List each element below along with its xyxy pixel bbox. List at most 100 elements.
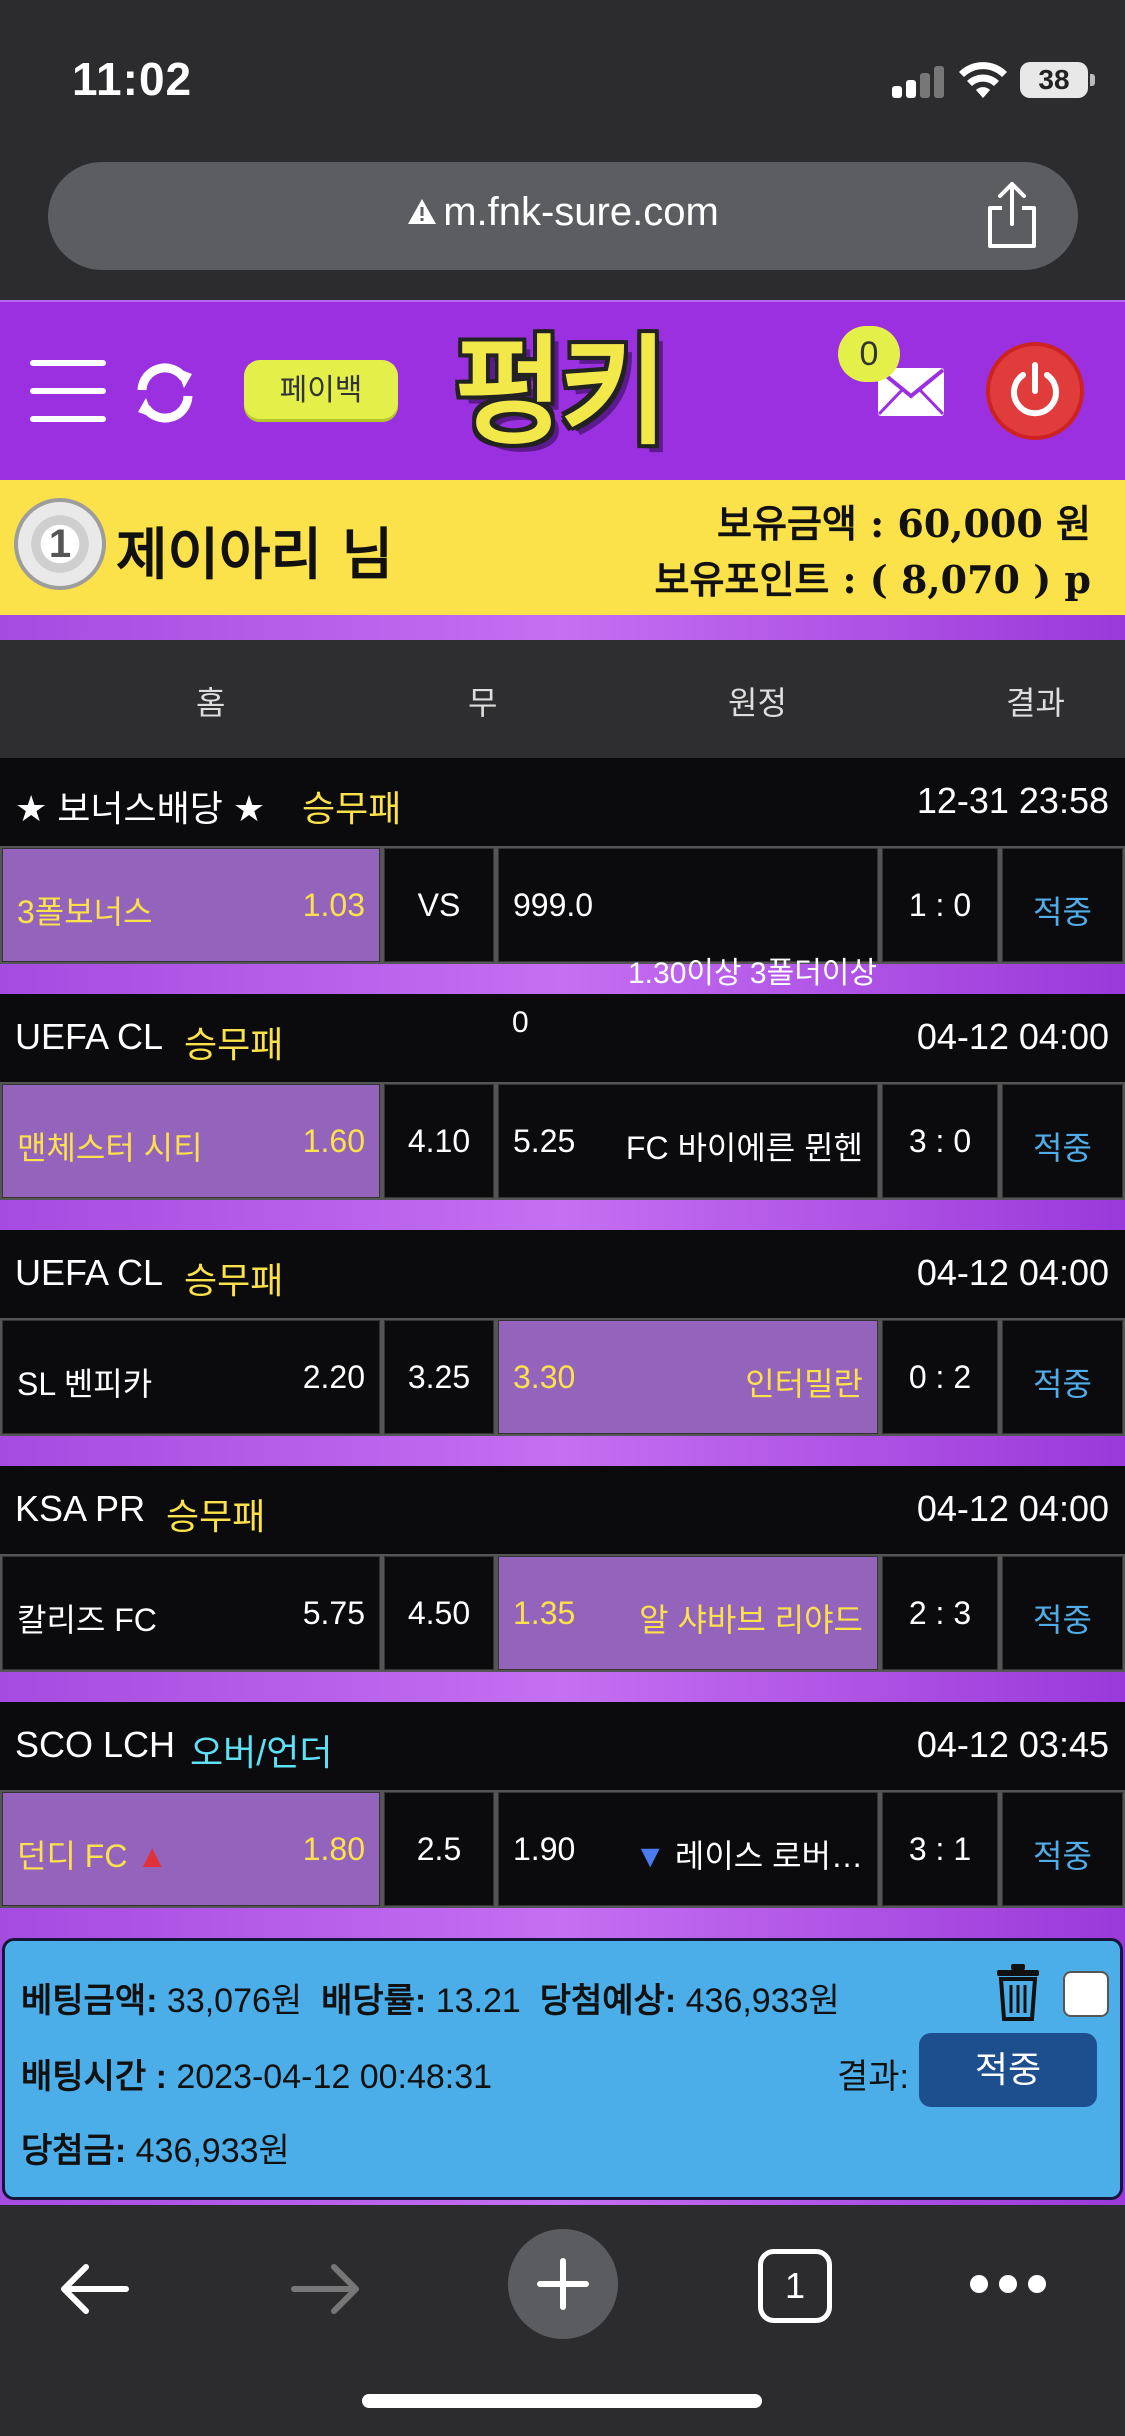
power-icon xyxy=(1011,362,1059,417)
result-status: 적중 xyxy=(1033,1838,1092,1874)
league-name: ★ 보너스배당 ★ xyxy=(15,788,266,829)
home-team: 맨체스터 시티 xyxy=(17,1130,203,1166)
result-status: 적중 xyxy=(1033,894,1092,930)
score-cell: 2 : 3 xyxy=(882,1556,998,1670)
payback-button[interactable]: 페이백 xyxy=(244,360,398,422)
forward-arrow-icon[interactable] xyxy=(288,2257,364,2321)
home-odds: 2.20 xyxy=(302,1359,365,1395)
column-home: 홈 xyxy=(196,685,226,721)
away-cell: 1.90 ▼ 레이스 로버… xyxy=(498,1792,878,1906)
under-arrow-icon: ▼ xyxy=(634,1838,667,1874)
balance-amount: 보유금액 : 60,000 원 xyxy=(717,501,1091,546)
game-row: SL 벤피카 2.20 3.25 3.30 인터밀란 0 : 2 적중 xyxy=(0,1318,1125,1436)
result-status: 적중 xyxy=(1033,1130,1092,1166)
bet-odds: 13.21 xyxy=(435,1982,521,2020)
result-cell: 적중 xyxy=(1002,848,1123,962)
home-cell: 칼리즈 FC 5.75 xyxy=(2,1556,380,1670)
home-team: 던디 FC xyxy=(17,1838,128,1874)
draw-odds: 3.25 xyxy=(407,1359,471,1395)
game-header: ★ 보너스배당 ★ 승무패 12-31 23:58 xyxy=(0,758,1125,846)
home-team: SL 벤피카 xyxy=(17,1366,153,1402)
bet-amount-label: 베팅금액: xyxy=(21,1982,158,2020)
mail-count-badge: 0 xyxy=(838,326,900,382)
game-row: 던디 FC ▲ 1.80 2.5 1.90 ▼ 레이스 로버… 3 : 1 적중 xyxy=(0,1790,1125,1908)
game-header: KSA PR 승무패 04-12 04:00 xyxy=(0,1466,1125,1554)
expected-win: 436,933원 xyxy=(685,1982,840,2020)
cellular-signal-icon xyxy=(892,66,944,98)
home-team: 칼리즈 FC xyxy=(17,1602,157,1638)
expected-label: 당첨예상: xyxy=(539,1982,677,2020)
logout-button[interactable] xyxy=(990,346,1080,436)
result-button[interactable]: 적중 xyxy=(919,2033,1097,2107)
away-team: 알 샤바브 리야드 xyxy=(639,1602,863,1638)
trash-icon[interactable] xyxy=(995,1963,1041,2021)
score: 0 : 2 xyxy=(908,1359,972,1395)
points-amount: 보유포인트 : ( 8,070 ) p xyxy=(654,557,1092,602)
column-result: 결과 xyxy=(1006,685,1065,721)
league-name: UEFA CL xyxy=(15,1016,164,1057)
score: 3 : 1 xyxy=(908,1831,972,1867)
win-amount-line: 당첨금: 436,933원 xyxy=(21,2123,290,2172)
bet-time-label: 배팅시간 : xyxy=(21,2058,167,2096)
score: 1 : 0 xyxy=(908,887,972,923)
bet-select-checkbox[interactable] xyxy=(1063,1971,1109,2017)
draw-cell: 4.50 xyxy=(384,1556,494,1670)
home-cell: 던디 FC ▲ 1.80 xyxy=(2,1792,380,1906)
home-team-wrap: 던디 FC ▲ xyxy=(17,1831,168,1877)
draw-odds: 2.5 xyxy=(416,1831,462,1867)
home-cell: SL 벤피카 2.20 xyxy=(2,1320,380,1434)
tabs-button[interactable]: 1 xyxy=(758,2249,832,2323)
battery-icon: 38 xyxy=(1020,62,1095,98)
game-time: 04-12 04:00 xyxy=(916,1488,1109,1529)
back-arrow-icon[interactable] xyxy=(56,2257,132,2321)
site-header: 페이백 펑키 0 xyxy=(0,300,1125,480)
away-odds: 999.0 xyxy=(513,887,594,923)
more-icon[interactable] xyxy=(970,2275,1046,2295)
bet-type: 승무패 xyxy=(184,1260,284,1301)
site-logo[interactable]: 펑키 xyxy=(455,312,705,472)
draw-odds: VS xyxy=(417,887,461,923)
game-row: 칼리즈 FC 5.75 4.50 1.35 알 샤바브 리야드 2 : 3 적중 xyxy=(0,1554,1125,1672)
score: 3 : 0 xyxy=(908,1123,972,1159)
draw-cell: 4.10 xyxy=(384,1084,494,1198)
game-header: UEFA CL 승무패 04-12 04:00 xyxy=(0,994,1125,1082)
share-icon[interactable] xyxy=(982,180,1042,250)
game-time: 04-12 04:00 xyxy=(916,1016,1109,1057)
warning-icon xyxy=(408,199,437,224)
bet-type: 승무패 xyxy=(302,788,402,829)
win-label: 당첨금: xyxy=(21,2132,127,2170)
result-status: 적중 xyxy=(1033,1366,1092,1402)
balance-info: 보유금액 : 60,000 원 보유포인트 : ( 8,070 ) p xyxy=(655,496,1092,608)
draw-odds: 4.50 xyxy=(407,1595,471,1631)
bet-amount-line: 베팅금액: 33,076원 배당률: 13.21 당첨예상: 436,933원 xyxy=(21,1973,840,2022)
home-odds: 5.75 xyxy=(302,1595,365,1631)
bet-time-line: 배팅시간 : 2023-04-12 00:48:31 xyxy=(21,2049,492,2098)
user-info-bar: 1 제이아리 님 보유금액 : 60,000 원 보유포인트 : ( 8,070… xyxy=(0,480,1125,615)
draw-cell: 2.5 xyxy=(384,1792,494,1906)
away-odds: 1.35 xyxy=(513,1595,576,1631)
menu-icon[interactable] xyxy=(30,360,106,422)
draw-cell: 3.25 xyxy=(384,1320,494,1434)
result-cell: 적중 xyxy=(1002,1320,1123,1434)
address-bar[interactable]: m.fnk-sure.com xyxy=(48,162,1078,270)
refresh-icon[interactable] xyxy=(132,360,198,426)
column-header: 홈 무 원정 결과 xyxy=(0,640,1125,758)
home-odds: 1.60 xyxy=(302,1123,365,1159)
score-cell: 3 : 1 xyxy=(882,1792,998,1906)
home-odds: 1.03 xyxy=(302,887,365,923)
win-amount: 436,933원 xyxy=(135,2132,290,2170)
game-time: 04-12 04:00 xyxy=(916,1252,1109,1293)
away-team: 인터밀란 xyxy=(745,1366,863,1402)
result-cell: 적중 xyxy=(1002,1556,1123,1670)
bonus-zero-text: 0 xyxy=(512,1006,529,1039)
url-text: m.fnk-sure.com xyxy=(443,190,719,234)
away-odds: 5.25 xyxy=(513,1123,576,1159)
score-cell: 1 : 0 xyxy=(882,848,998,962)
new-tab-button[interactable] xyxy=(508,2229,618,2339)
result-cell: 적중 xyxy=(1002,1792,1123,1906)
result-cell: 적중 xyxy=(1002,1084,1123,1198)
url-display[interactable]: m.fnk-sure.com xyxy=(48,190,1078,235)
bet-time: 2023-04-12 00:48:31 xyxy=(176,2058,493,2096)
score-cell: 3 : 0 xyxy=(882,1084,998,1198)
over-arrow-icon: ▲ xyxy=(136,1838,168,1874)
